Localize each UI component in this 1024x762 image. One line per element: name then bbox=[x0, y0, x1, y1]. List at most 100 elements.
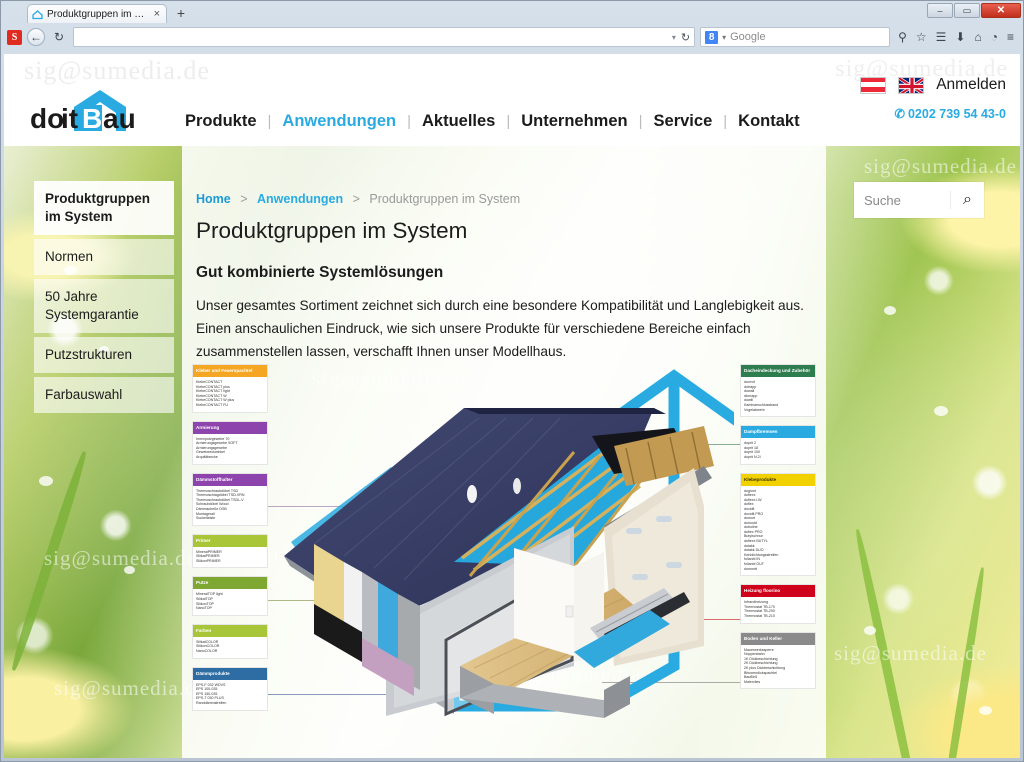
phone-number: 0202 739 54 43-0 bbox=[908, 107, 1006, 121]
group-items: MineralPRIMER SilikatPRIMER SilikonPRIME… bbox=[193, 547, 267, 568]
site-logo[interactable]: do it B au bbox=[28, 87, 160, 139]
group-heading: Heizung floorino bbox=[741, 585, 815, 597]
figure-group-farben[interactable]: Farben SilikatCOLOR SilikonCOLOR NanoCOL… bbox=[192, 624, 268, 659]
close-button[interactable]: ✕ bbox=[981, 3, 1021, 18]
sidebar-item-produktgruppen[interactable]: Produktgruppen im System bbox=[34, 181, 174, 235]
breadcrumb-anwendungen[interactable]: Anwendungen bbox=[257, 192, 343, 206]
browser-search-bar[interactable]: 8 ▾ Google bbox=[700, 27, 890, 47]
history-icon[interactable]: ◔ bbox=[991, 31, 998, 43]
group-item: NanoTOP bbox=[196, 606, 264, 611]
breadcrumb: Home > Anwendungen > Produktgruppen im S… bbox=[196, 192, 520, 206]
group-heading: Primer bbox=[193, 535, 267, 547]
s-addon-icon[interactable]: S bbox=[7, 30, 22, 45]
group-items: Thermoschraubdübel TSD Thermoschlagdübel… bbox=[193, 486, 267, 525]
figure-group-dacheindeckung[interactable]: Dacheindeckung und Zubehör doorvit dotra… bbox=[740, 364, 816, 417]
group-heading: Dämmstoffhalter bbox=[193, 474, 267, 486]
bookmark-star-icon[interactable]: ☆ bbox=[916, 31, 927, 43]
uk-flag-icon[interactable] bbox=[898, 77, 924, 94]
browser-tab[interactable]: Produktgruppen im Syst... × bbox=[27, 4, 167, 23]
window-titlebar: Produktgruppen im Syst... × + – ▭ ✕ bbox=[1, 1, 1023, 23]
new-tab-button[interactable]: + bbox=[173, 6, 189, 22]
group-heading: Kleber und Feuerspachtel bbox=[193, 365, 267, 377]
reader-icon[interactable]: ☰ bbox=[936, 31, 947, 43]
group-item: domontt bbox=[744, 567, 812, 572]
nav-item-kontakt[interactable]: Kontakt bbox=[727, 112, 810, 131]
sidebar-item-systemgarantie[interactable]: 50 Jahre Systemgarantie bbox=[34, 279, 174, 333]
search-icon[interactable]: ⚲ bbox=[898, 31, 907, 43]
tab-title: Produktgruppen im Syst... bbox=[47, 9, 148, 20]
back-button[interactable]: ← bbox=[27, 28, 45, 46]
figure-group-daemmprodukte[interactable]: Dämmprodukte EPS-F 032 WDVS EPS 100-035 … bbox=[192, 667, 268, 711]
svg-text:do: do bbox=[30, 103, 64, 134]
sidebar-item-putzstrukturen[interactable]: Putzstrukturen bbox=[34, 337, 174, 373]
svg-text:au: au bbox=[103, 103, 136, 134]
browser-window: Produktgruppen im Syst... × + – ▭ ✕ S ← … bbox=[0, 0, 1024, 762]
plant-stem bbox=[853, 528, 924, 758]
group-item: Randdämmstreifen bbox=[196, 701, 264, 706]
reload-button[interactable]: ↻ bbox=[50, 28, 68, 46]
search-engine-chevron-icon[interactable]: ▾ bbox=[722, 33, 726, 42]
figure-group-armierung[interactable]: Armierung Innenputzgewebe 70 Armierungsg… bbox=[192, 421, 268, 465]
austria-flag-icon[interactable] bbox=[860, 77, 886, 94]
group-items: Innenputzgewebe 70 Armierungsgewebe SOFT… bbox=[193, 434, 267, 464]
nav-item-anwendungen[interactable]: Anwendungen bbox=[271, 112, 407, 131]
group-item: Sockelleiste bbox=[196, 516, 264, 521]
site-search[interactable]: Suche ⌕ bbox=[854, 182, 984, 218]
maximize-button[interactable]: ▭ bbox=[954, 3, 980, 18]
address-bar[interactable]: ▾ ↻ bbox=[73, 27, 695, 47]
group-items: MineralTOP light SilikatTOP SilikonTOP N… bbox=[193, 589, 267, 614]
tab-close-icon[interactable]: × bbox=[152, 9, 162, 20]
group-heading: Boden und Keller bbox=[741, 633, 815, 645]
maximize-icon: ▭ bbox=[963, 6, 972, 15]
header-phone[interactable]: ✆0202 739 54 43-0 bbox=[895, 106, 1007, 121]
page-body: sig@sumedia.de sig@sumedia.de sig@sumedi… bbox=[4, 146, 1020, 758]
header-right-group: Anmelden bbox=[860, 76, 1006, 94]
figure-group-dampfbremsen[interactable]: Dampfbremsen doprit 2 doprit 18 doprit 1… bbox=[740, 425, 816, 464]
nav-item-aktuelles[interactable]: Aktuelles bbox=[411, 112, 506, 131]
group-heading: Farben bbox=[193, 625, 267, 637]
group-heading: Dampfbremsen bbox=[741, 426, 815, 438]
tab-favicon-icon bbox=[32, 9, 43, 20]
search-icon[interactable]: ⌕ bbox=[950, 191, 984, 209]
nav-item-produkte[interactable]: Produkte bbox=[174, 112, 268, 131]
figure-left-labels: Kleber und Feuerspachtel KlebeCONTACT Kl… bbox=[192, 364, 268, 719]
plant-stem bbox=[939, 567, 986, 758]
minimize-button[interactable]: – bbox=[927, 3, 953, 18]
download-icon[interactable]: ⬇ bbox=[955, 31, 965, 43]
page-viewport: sig@sumedia.de sig@sumedia.de do it B au… bbox=[4, 54, 1020, 758]
plant-stem bbox=[9, 450, 90, 672]
svg-text:it: it bbox=[61, 103, 78, 134]
figure-group-daemmstoffhalter[interactable]: Dämmstoffhalter Thermoschraubdübel TSD T… bbox=[192, 473, 268, 526]
figure-group-boden-keller[interactable]: Boden und Keller Mauerwerkssperre Noppen… bbox=[740, 632, 816, 690]
group-items: doorvit dotrapp dowall dtorrapp dowill K… bbox=[741, 377, 815, 416]
group-heading: Dämmprodukte bbox=[193, 668, 267, 680]
toolbar-icons: ⚲ ☆ ☰ ⬇ ⌂ ◔ ≡ bbox=[895, 31, 1017, 43]
sidebar-item-normen[interactable]: Normen bbox=[34, 239, 174, 275]
home-icon[interactable]: ⌂ bbox=[974, 31, 981, 43]
figure-group-putze[interactable]: Putze MineralTOP light SilikatTOP Siliko… bbox=[192, 576, 268, 615]
group-heading: Putze bbox=[193, 577, 267, 589]
browser-search-placeholder: Google bbox=[730, 31, 765, 43]
breadcrumb-home[interactable]: Home bbox=[196, 192, 231, 206]
svg-text:B: B bbox=[82, 103, 102, 134]
page-paragraph: Unser gesamtes Sortiment zeichnet sich d… bbox=[196, 294, 804, 363]
menu-icon[interactable]: ≡ bbox=[1007, 31, 1014, 43]
chevron-down-icon[interactable]: ▾ bbox=[672, 33, 676, 42]
nav-item-unternehmen[interactable]: Unternehmen bbox=[510, 112, 638, 131]
figure-group-heizung[interactable]: Heizung floorino Infrarotheizung Thermos… bbox=[740, 584, 816, 623]
search-input[interactable]: Suche bbox=[854, 193, 950, 208]
group-items: doglunt doflexx doflexx LW doflex dovidi… bbox=[741, 486, 815, 576]
phone-icon: ✆ bbox=[895, 107, 905, 121]
figure-right-labels: Dacheindeckung und Zubehör doorvit dotra… bbox=[740, 364, 816, 697]
group-item: Arquitätsecke bbox=[196, 455, 264, 460]
sidebar-item-farbauswahl[interactable]: Farbauswahl bbox=[34, 377, 174, 413]
login-link[interactable]: Anmelden bbox=[936, 76, 1006, 94]
figure-group-kleber[interactable]: Kleber und Feuerspachtel KlebeCONTACT Kl… bbox=[192, 364, 268, 413]
figure-group-primer[interactable]: Primer MineralPRIMER SilikatPRIMER Silik… bbox=[192, 534, 268, 569]
figure-group-klebeprodukte[interactable]: Klebeprodukte doglunt doflexx doflexx LW… bbox=[740, 473, 816, 577]
secondary-sidebar: Produktgruppen im System Normen 50 Jahre… bbox=[34, 181, 174, 417]
group-item: NanoCOLOR bbox=[196, 649, 264, 654]
address-reload-icon[interactable]: ↻ bbox=[681, 31, 690, 44]
model-house-illustration bbox=[274, 366, 734, 758]
nav-item-service[interactable]: Service bbox=[643, 112, 724, 131]
